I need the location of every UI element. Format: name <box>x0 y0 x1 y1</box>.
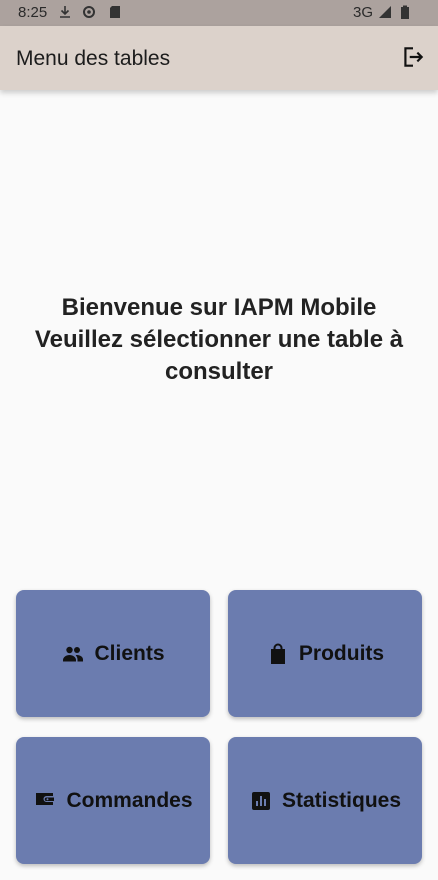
download-icon <box>60 6 70 18</box>
battery-icon <box>401 5 409 19</box>
signal-icon <box>379 6 391 18</box>
wallet-icon <box>36 792 55 805</box>
logout-icon[interactable] <box>400 44 426 70</box>
statistiques-button[interactable]: Statistiques <box>228 737 422 864</box>
app-bar: Menu des tables <box>0 26 438 90</box>
people-icon <box>63 646 84 661</box>
status-time: 8:25 <box>18 4 48 21</box>
welcome-line-1: Bienvenue sur IAPM Mobile <box>61 294 377 321</box>
bar-chart-icon <box>251 791 270 810</box>
produits-button[interactable]: Produits <box>228 590 422 717</box>
settings-icon <box>83 6 95 18</box>
status-bar: 8:25 3G <box>0 0 438 26</box>
clients-button[interactable]: Clients <box>16 590 210 717</box>
commandes-label: Commandes <box>66 788 193 812</box>
sd-card-icon <box>110 6 120 18</box>
commandes-button[interactable]: Commandes <box>16 737 210 864</box>
welcome-message: Bienvenue sur IAPM Mobile Veuillez sélec… <box>10 292 428 388</box>
produits-label: Produits <box>298 641 385 665</box>
clients-label: Clients <box>94 641 165 665</box>
network-type: 3G <box>353 4 374 21</box>
shopping-bag-icon <box>270 643 285 664</box>
statistiques-label: Statistiques <box>281 788 402 812</box>
welcome-line-2: Veuillez sélectionner une table à consul… <box>34 326 404 385</box>
page-title: Menu des tables <box>16 47 171 70</box>
